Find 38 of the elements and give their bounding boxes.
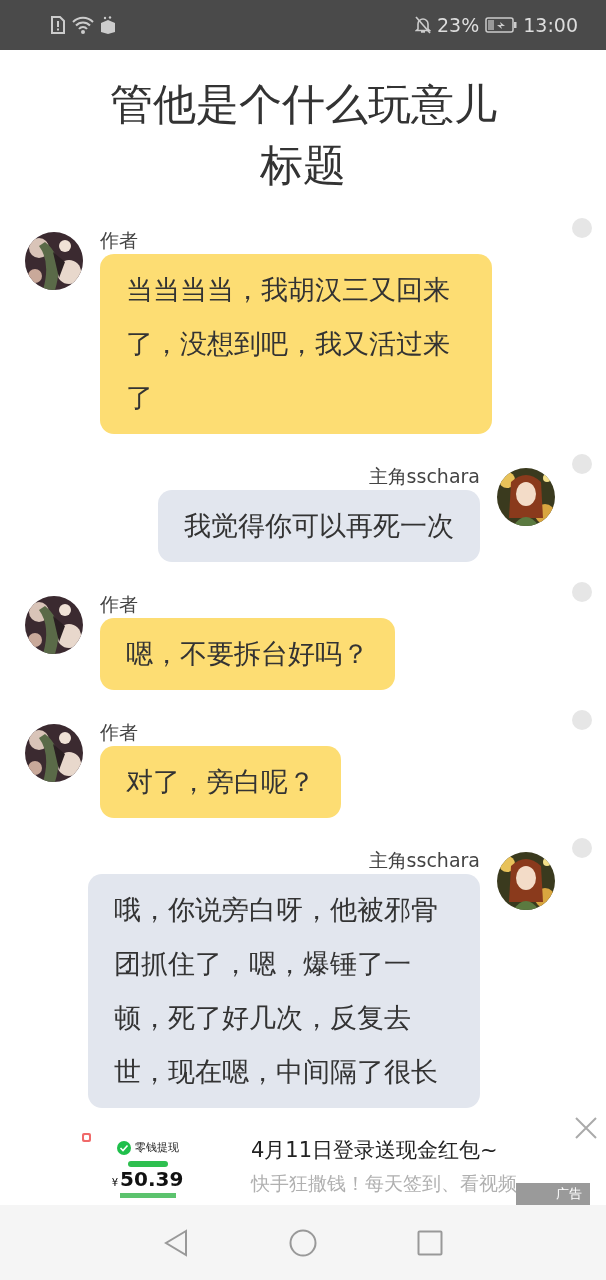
sender-name: 作者 (100, 228, 138, 252)
ad-description: 快手狂撒钱！每天签到、看视频 (251, 1171, 517, 1196)
bell-off-icon (415, 16, 431, 34)
action-bar (119, 1193, 176, 1198)
wifi-icon (72, 16, 94, 34)
clock: 13:00 (523, 14, 578, 36)
back-button[interactable] (163, 1228, 189, 1257)
message-bubble: 嗯，不要拆台好吗？ (100, 618, 395, 690)
home-button[interactable] (289, 1228, 317, 1257)
currency-sign: ¥ (111, 1177, 119, 1188)
page-title: 标题 (260, 139, 346, 192)
amount: 50.39 (120, 1167, 184, 1191)
sender-name: 主角sschara (368, 464, 480, 488)
message-bubble: 对了，旁白呢？ (100, 746, 341, 818)
status-pill (127, 1161, 168, 1167)
battery-percent: 23% (437, 14, 480, 36)
close-icon[interactable] (575, 1117, 597, 1139)
message-bubble: 哦，你说旁白呀，他被邪骨团抓住了，嗯，爆锤了一顿，死了好几次，反复去世，现在嗯，中间隔了很长 (87, 874, 480, 1108)
check-icon (116, 1140, 131, 1155)
sim-alert-icon (50, 16, 66, 34)
message-bubble: 当当当当，我胡汉三又回来了，没想到吧，我又活过来了 (100, 254, 493, 434)
message-bubble: 我觉得你可以再死一次 (158, 490, 480, 562)
recents-button[interactable] (417, 1229, 443, 1256)
select-radio[interactable] (572, 838, 592, 858)
select-radio[interactable] (572, 710, 592, 730)
ad-label: 广告 (516, 1183, 590, 1205)
select-radio[interactable] (572, 582, 592, 602)
select-radio[interactable] (572, 454, 592, 474)
sender-name: 主角sschara (368, 848, 480, 872)
app-notification-icon (100, 16, 116, 34)
sender-name: 作者 (100, 720, 138, 744)
app-icon (82, 1133, 91, 1142)
page-title: 管他是个什么玩意儿 (109, 78, 497, 131)
battery-charging-icon (485, 17, 518, 33)
thumbnail-label: 零钱提现 (134, 1140, 179, 1155)
sender-name: 作者 (100, 592, 138, 616)
ad-title: 4月11日登录送现金红包~ (251, 1137, 499, 1164)
select-radio[interactable] (572, 218, 592, 238)
